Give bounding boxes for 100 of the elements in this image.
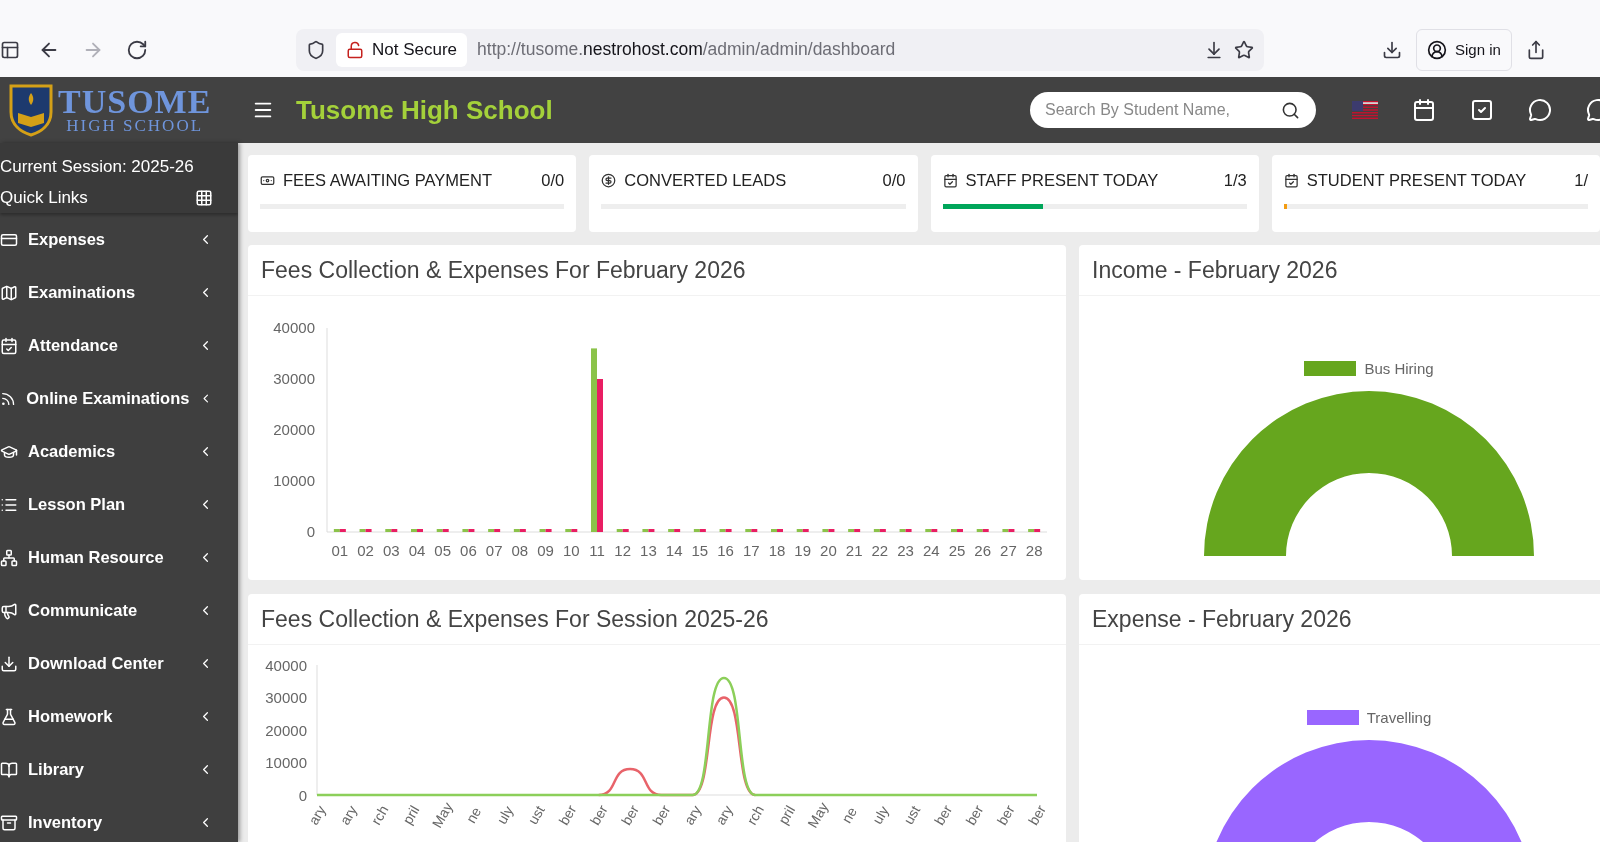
coin-icon — [601, 173, 617, 188]
tick-label: 30000 — [273, 370, 315, 387]
stat-value: 0/0 — [882, 171, 906, 190]
sign-in-button[interactable]: Sign in — [1416, 28, 1512, 71]
tick-label: 40000 — [265, 656, 307, 674]
grid-icon[interactable] — [195, 188, 213, 207]
tick-label: 22 — [871, 542, 889, 559]
attendance-menu-icon — [0, 336, 18, 355]
download-menu-icon — [0, 654, 18, 673]
panel-title: Income - February 2026 — [1092, 256, 1338, 284]
tick-label: 12 — [614, 542, 632, 559]
download-tray-icon[interactable] — [1204, 39, 1224, 60]
tick-label: rch — [743, 802, 768, 828]
tick-label: 20000 — [265, 721, 307, 739]
tick-label: uly — [869, 803, 892, 827]
sidebar-item[interactable]: Homework — [0, 690, 238, 743]
panel-title: Fees Collection & Expenses For Session 2025-26 — [261, 605, 769, 633]
search-icon[interactable] — [1281, 101, 1300, 120]
sidebar-item[interactable]: Academics — [0, 425, 238, 478]
panel-title: Fees Collection & Expenses For February 2026 — [261, 256, 746, 284]
tick-label: ne — [462, 804, 485, 826]
library-menu-icon — [0, 760, 18, 779]
tick-label: ber — [555, 802, 580, 828]
stat-label: STAFF PRESENT TODAY — [965, 171, 1160, 190]
sidebar-item[interactable]: Download Center — [0, 637, 238, 690]
check-square-icon[interactable] — [1470, 98, 1494, 122]
url-text: http://tusome.nestrohost.com/admin/admin/dashboard — [477, 39, 897, 60]
quick-links-label[interactable]: Quick Links — [0, 187, 88, 208]
inventory-menu-icon — [0, 813, 18, 832]
tick-label: 14 — [665, 542, 683, 559]
download-icon[interactable] — [1382, 39, 1402, 60]
tick-label: ary — [680, 802, 705, 828]
sidebar-item[interactable]: Library — [0, 743, 238, 796]
tick-label: 20000 — [273, 421, 315, 438]
tick-label: ber — [962, 802, 987, 828]
banknote-icon — [260, 173, 275, 188]
security-indicator[interactable]: Not Secure — [336, 32, 468, 67]
sidebar-item[interactable]: Examinations — [0, 266, 238, 319]
shield-logo-icon — [8, 83, 54, 137]
session-label: Current Session: 2025-26 — [0, 156, 194, 177]
tick-label: 21 — [845, 542, 863, 559]
tick-label: 08 — [511, 542, 529, 559]
tick-label: pril — [399, 802, 423, 828]
tick-label: 17 — [742, 542, 760, 559]
tick-label: ber — [1025, 802, 1049, 828]
sidebar-item[interactable]: Communicate — [0, 584, 238, 637]
tick-label: ber — [649, 802, 674, 828]
tick-label: 10000 — [273, 472, 315, 489]
tick-label: ber — [586, 802, 611, 828]
user-icon — [1427, 39, 1447, 60]
tick-label: 02 — [357, 542, 374, 559]
address-bar[interactable]: Not Secure http://tusome.nestrohost.com/admin/admin/dashboard — [296, 28, 1264, 71]
tick-label: 28 — [1025, 542, 1043, 559]
tick-label: 40000 — [273, 319, 315, 336]
calendar-check-icon — [1283, 173, 1299, 188]
search-field[interactable]: Search By Student Name, — [1030, 92, 1316, 128]
sidebar-item[interactable]: Human Resource — [0, 531, 238, 584]
tabs-icon[interactable] — [0, 39, 20, 60]
tick-label: 16 — [717, 542, 734, 559]
tick-label: 0 — [306, 523, 315, 540]
sidebar-item[interactable]: Expenses — [0, 213, 238, 266]
sidebar-item[interactable]: Lesson Plan — [0, 478, 238, 531]
tick-label: 11 — [589, 542, 605, 559]
stat-value: 1/ — [1574, 171, 1588, 190]
logo-tagline: HIGH SCHOOL — [65, 118, 205, 135]
sidebar-item[interactable]: Inventory — [0, 796, 238, 842]
stat-value: 1/3 — [1223, 171, 1247, 190]
stat-value: 0/0 — [541, 171, 565, 190]
stat-label: CONVERTED LEADS — [624, 171, 788, 190]
tick-label: 03 — [382, 542, 400, 559]
tick-label: 04 — [408, 542, 426, 559]
tick-label: 05 — [434, 542, 452, 559]
open-lock-icon — [346, 40, 364, 59]
tick-label: ary — [305, 802, 329, 828]
panel-title: Expense - February 2026 — [1092, 605, 1352, 633]
examinations-menu-icon — [0, 283, 18, 302]
stat-label: STUDENT PRESENT TODAY — [1306, 171, 1528, 190]
tick-label: 15 — [691, 542, 709, 559]
tick-label: rch — [367, 802, 392, 828]
tick-label: 20 — [820, 542, 837, 559]
tick-label: 01 — [331, 542, 349, 559]
sidebar-item[interactable]: Attendance — [0, 319, 238, 372]
hr-menu-icon — [0, 548, 18, 567]
tick-label: 27 — [1000, 542, 1017, 559]
tick-label: 07 — [485, 542, 503, 559]
tick-label: 23 — [897, 542, 914, 559]
tick-label: 10 — [562, 542, 580, 559]
tick-label: ber — [931, 802, 956, 828]
chat-icon[interactable] — [1528, 98, 1552, 122]
tick-label: 13 — [640, 542, 657, 559]
sidebar-item[interactable]: Online Examinations — [0, 372, 238, 425]
communicate-menu-icon — [0, 601, 18, 620]
tick-label: ary — [336, 802, 361, 828]
calendar-check-icon — [942, 173, 958, 188]
flag-icon — [1352, 101, 1378, 119]
tick-label: ust — [900, 802, 924, 828]
shield-icon[interactable] — [306, 39, 326, 60]
star-icon[interactable] — [1234, 39, 1254, 60]
tick-label: ber — [993, 802, 1018, 828]
calendar-icon[interactable] — [1412, 98, 1436, 122]
